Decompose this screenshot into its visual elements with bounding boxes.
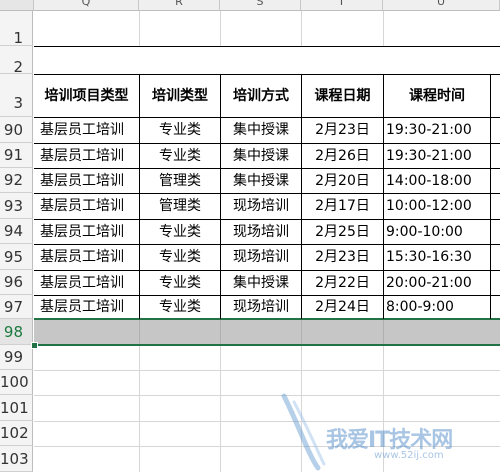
gridline xyxy=(220,345,221,472)
cell-training-method[interactable]: 现场培训 xyxy=(221,194,301,219)
table-border xyxy=(490,74,491,319)
column-header-u[interactable]: U xyxy=(383,0,500,11)
row-header-95[interactable]: 95 xyxy=(0,244,33,270)
selected-row-98[interactable] xyxy=(34,319,500,345)
cell-project-type[interactable]: 基层员工培训 xyxy=(40,144,139,168)
cell-training-type[interactable]: 专业类 xyxy=(140,118,220,143)
cell-training-type[interactable]: 专业类 xyxy=(140,245,220,270)
cell-course-time[interactable]: 14:00-18:00 xyxy=(386,169,490,193)
row-header-99[interactable]: 99 xyxy=(0,345,33,370)
fill-handle[interactable] xyxy=(31,342,38,349)
cell-course-time[interactable]: 10:00-12:00 xyxy=(386,194,490,219)
row-header-2[interactable]: 2 xyxy=(0,46,33,76)
cell-course-date[interactable]: 2月25日 xyxy=(302,220,383,244)
column-header-t[interactable]: T xyxy=(301,0,383,11)
row-header-90[interactable]: 90 xyxy=(0,117,33,143)
row-header-103[interactable]: 103 xyxy=(0,446,33,472)
gridline xyxy=(301,319,302,345)
cell-training-type[interactable]: 专业类 xyxy=(140,220,220,244)
cell-training-type[interactable]: 专业类 xyxy=(140,271,220,295)
row-header-92[interactable]: 92 xyxy=(0,168,33,193)
cell-project-type[interactable]: 基层员工培训 xyxy=(40,245,139,270)
row-header-97[interactable]: 97 xyxy=(0,295,33,319)
cell-training-method[interactable]: 集中授课 xyxy=(221,118,301,143)
selection-border-bottom xyxy=(34,344,500,346)
cell-training-method[interactable]: 现场培训 xyxy=(221,296,301,319)
cell-project-type[interactable]: 基层员工培训 xyxy=(40,271,139,295)
row-header-100[interactable]: 100 xyxy=(0,370,33,395)
cell-course-time[interactable]: 20:00-21:00 xyxy=(386,271,490,295)
cell-course-date[interactable]: 2月24日 xyxy=(302,296,383,319)
gridline xyxy=(139,319,140,345)
cell-course-date[interactable]: 2月26日 xyxy=(302,144,383,168)
cell-project-type[interactable]: 基层员工培训 xyxy=(40,194,139,219)
cell-training-type[interactable]: 专业类 xyxy=(140,296,220,319)
gridline xyxy=(139,11,140,47)
gridline xyxy=(220,319,221,345)
cell-course-date[interactable]: 2月22日 xyxy=(302,271,383,295)
gridline xyxy=(220,11,221,47)
row-header-93[interactable]: 93 xyxy=(0,193,33,219)
cell-training-method[interactable]: 集中授课 xyxy=(221,271,301,295)
header-cell-project-type[interactable]: 培训项目类型 xyxy=(34,75,139,117)
cell-course-time[interactable]: 15:30-16:30 xyxy=(386,245,490,270)
row-header-98-selected[interactable]: 98 xyxy=(0,319,33,345)
cell-training-type[interactable]: 管理类 xyxy=(140,194,220,219)
cell-course-time[interactable]: 9:00-10:00 xyxy=(386,220,490,244)
column-header-s[interactable]: S xyxy=(220,0,301,11)
row-header-96[interactable]: 96 xyxy=(0,270,33,295)
cell-course-time[interactable]: 19:30-21:00 xyxy=(386,144,490,168)
cell-training-method[interactable]: 集中授课 xyxy=(221,169,301,193)
cell-course-date[interactable]: 2月23日 xyxy=(302,245,383,270)
row-header-3[interactable]: 3 xyxy=(0,74,33,117)
row-header-101[interactable]: 101 xyxy=(0,395,33,421)
gridline xyxy=(139,345,140,472)
cell-training-method[interactable]: 现场培训 xyxy=(221,220,301,244)
cell-training-method[interactable]: 现场培训 xyxy=(221,245,301,270)
row-header-94[interactable]: 94 xyxy=(0,219,33,244)
row-header-91[interactable]: 91 xyxy=(0,143,33,168)
watermark-url: www.52ij.com xyxy=(374,450,444,461)
cell-course-date[interactable]: 2月17日 xyxy=(302,194,383,219)
cell-training-type[interactable]: 专业类 xyxy=(140,144,220,168)
table-border xyxy=(34,46,500,47)
cell-course-time[interactable]: 8:00-9:00 xyxy=(386,296,490,319)
row-header-1[interactable]: 1 xyxy=(0,11,33,47)
header-cell-training-method[interactable]: 培训方式 xyxy=(221,75,301,117)
select-all-corner[interactable] xyxy=(0,0,34,11)
cell-course-date[interactable]: 2月20日 xyxy=(302,169,383,193)
cell-project-type[interactable]: 基层员工培训 xyxy=(40,220,139,244)
cell-project-type[interactable]: 基层员工培训 xyxy=(40,296,139,319)
cell-course-time[interactable]: 19:30-21:00 xyxy=(386,118,490,143)
site-watermark: 我爱IT技术网 www.52ij.com xyxy=(278,388,500,472)
gridline xyxy=(34,370,500,371)
header-cell-training-type[interactable]: 培训类型 xyxy=(140,75,220,117)
cell-project-type[interactable]: 基层员工培训 xyxy=(40,169,139,193)
header-cell-course-date[interactable]: 课程日期 xyxy=(302,75,383,117)
header-cell-course-time[interactable]: 课程时间 xyxy=(384,75,490,117)
gridline xyxy=(383,11,384,47)
column-header-r[interactable]: R xyxy=(139,0,220,11)
column-header-q[interactable]: Q xyxy=(34,0,139,11)
gridline xyxy=(383,319,384,345)
gridline xyxy=(301,11,302,47)
cell-course-date[interactable]: 2月23日 xyxy=(302,118,383,143)
cell-training-type[interactable]: 管理类 xyxy=(140,169,220,193)
spreadsheet: Q R S T U 1 2 3 90 91 92 93 94 95 96 97 … xyxy=(0,0,500,472)
cell-project-type[interactable]: 基层员工培训 xyxy=(40,118,139,143)
row-header-102[interactable]: 102 xyxy=(0,421,33,446)
cell-training-method[interactable]: 集中授课 xyxy=(221,144,301,168)
